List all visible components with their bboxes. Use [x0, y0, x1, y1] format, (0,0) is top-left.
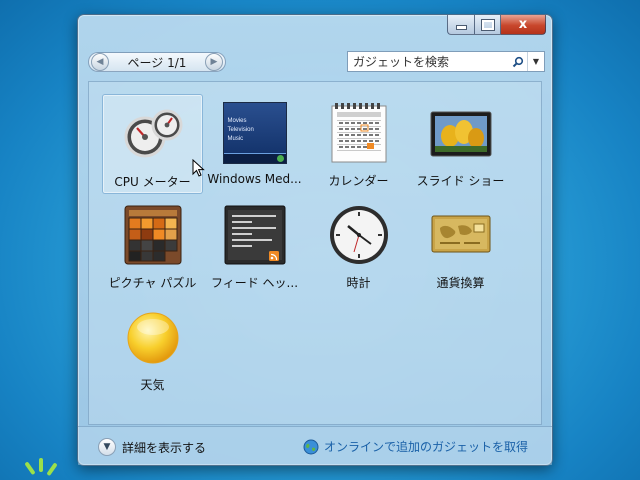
chevron-down-icon: ▼: [98, 438, 116, 456]
gadget-slideshow[interactable]: スライド ショー: [410, 94, 511, 194]
get-more-gadgets-online-link[interactable]: オンラインで追加のガジェットを取得: [303, 438, 528, 455]
clock-icon: [328, 204, 390, 266]
chevron-right-icon: ▶: [210, 57, 218, 67]
close-button[interactable]: x: [501, 15, 546, 35]
minimize-button[interactable]: [447, 15, 475, 35]
chevron-down-icon: ▼: [532, 57, 540, 66]
desktop-leaf-decoration: [24, 452, 58, 480]
gadget-label: 時計: [346, 276, 371, 290]
gadget-label: ピクチャ パズル: [108, 276, 197, 290]
gadget-gallery-window: x ◀ ページ 1/1 ▶ ガジェットを検索 ▼ CPU メーター Movies…: [77, 14, 553, 466]
currency-icon: [430, 204, 492, 266]
media-menu-movies: Movies: [227, 118, 247, 124]
windows-media-center-icon: Movies Television Music: [222, 102, 287, 164]
gadget-picture-puzzle[interactable]: ピクチャ パズル: [102, 196, 203, 296]
minimize-icon: [455, 25, 467, 30]
gallery-footer: ▼ 詳細を表示する オンラインで追加のガジェットを取得: [78, 426, 552, 465]
weather-icon: [125, 310, 181, 372]
get-more-gadgets-online-label[interactable]: オンラインで追加のガジェットを取得: [324, 438, 528, 455]
next-page-button[interactable]: ▶: [204, 53, 223, 71]
maximize-button[interactable]: [475, 15, 501, 35]
gadget-calendar[interactable]: カレンダー: [308, 94, 409, 194]
search-input[interactable]: ガジェットを検索: [348, 53, 509, 70]
gadget-label: スライド ショー: [416, 174, 505, 188]
gadget-label: フィード ヘッ...: [210, 276, 299, 290]
gadget-weather[interactable]: 天気: [102, 298, 203, 398]
show-details-label: 詳細を表示する: [122, 440, 207, 455]
picture-puzzle-icon: [124, 204, 182, 266]
close-icon: x: [518, 17, 528, 32]
gadget-label: 通貨換算: [436, 276, 485, 290]
page-navigator: ◀ ページ 1/1 ▶: [88, 52, 226, 72]
gadget-label: カレンダー: [328, 174, 389, 188]
chevron-left-icon: ◀: [96, 57, 104, 67]
gadget-label: 天気: [140, 378, 165, 392]
page-indicator: ページ 1/1: [127, 55, 187, 70]
gadget-label: Windows Med...: [207, 172, 302, 186]
window-controls: x: [447, 15, 546, 35]
globe-icon: [303, 439, 319, 454]
maximize-icon: [480, 18, 495, 31]
media-menu-music: Music: [227, 136, 244, 142]
search-dropdown-button[interactable]: ▼: [527, 52, 544, 71]
cpu-meter-icon: [120, 103, 186, 165]
gadget-search-box[interactable]: ガジェットを検索 ▼: [347, 51, 545, 72]
media-menu-television: Television: [227, 127, 254, 133]
gadget-currency[interactable]: 通貨換算: [410, 196, 511, 296]
gadget-windows-media-center[interactable]: Movies Television Music Windows Med...: [204, 94, 305, 194]
gadget-clock[interactable]: 時計: [308, 196, 409, 296]
gadget-grid: CPU メーター Movies Television Music Windows…: [88, 81, 542, 425]
gadget-feed-headlines[interactable]: フィード ヘッ...: [204, 196, 305, 296]
previous-page-button[interactable]: ◀: [91, 53, 109, 71]
gadget-cpu-meter[interactable]: CPU メーター: [102, 94, 205, 194]
calendar-icon: [331, 102, 387, 164]
gadget-label: CPU メーター: [114, 175, 191, 189]
search-icon[interactable]: [509, 56, 527, 68]
feed-headlines-icon: [224, 204, 286, 266]
slideshow-icon: [430, 102, 492, 164]
show-details-button[interactable]: ▼ 詳細を表示する: [98, 438, 206, 456]
